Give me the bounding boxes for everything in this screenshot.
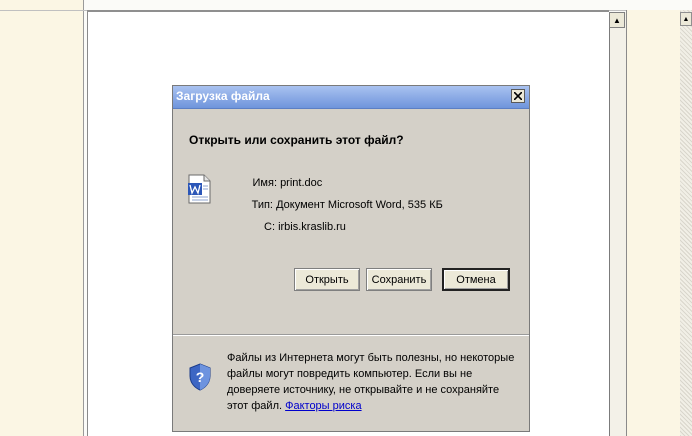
file-name-value: print.doc	[280, 177, 323, 189]
file-source-label: С:	[264, 221, 275, 233]
file-name-label: Имя:	[252, 177, 277, 189]
close-icon	[514, 92, 522, 100]
right-scroll-up-arrow-icon: ▲	[682, 15, 690, 23]
file-download-dialog: Загрузка файла Открыть или сохранить это…	[172, 85, 530, 432]
file-type-row: Тип: Документ Microsoft Word, 535 КБ	[249, 199, 443, 211]
scroll-up-button[interactable]: ▲	[609, 12, 625, 28]
dialog-title-bar[interactable]: Загрузка файла	[173, 86, 529, 109]
risk-factors-link[interactable]: Факторы риска	[285, 400, 361, 412]
close-button[interactable]	[511, 89, 525, 103]
dialog-title: Загрузка файла	[176, 89, 270, 103]
file-source-row: С: irbis.kraslib.ru	[249, 221, 346, 233]
cancel-button[interactable]: Отмена	[442, 268, 510, 291]
right-frame-pane	[626, 10, 681, 436]
dialog-separator	[173, 334, 529, 336]
file-source-value: irbis.kraslib.ru	[278, 221, 346, 233]
scroll-up-arrow-icon: ▲	[613, 15, 621, 25]
left-frame-pane	[0, 0, 84, 436]
document-scrollbar[interactable]	[609, 12, 627, 436]
dialog-question: Открыть или сохранить этот файл?	[189, 133, 404, 147]
right-scrollbar[interactable]	[680, 10, 692, 436]
file-name-row: Имя: print.doc	[249, 177, 323, 189]
warning-message: Файлы из Интернета могут быть полезны, н…	[227, 350, 522, 414]
file-type-value: Документ Microsoft Word, 535 КБ	[276, 199, 443, 211]
svg-text:?: ?	[196, 369, 205, 385]
save-button[interactable]: Сохранить	[366, 268, 432, 291]
open-button[interactable]: Открыть	[294, 268, 360, 291]
warning-text: Файлы из Интернета могут быть полезны, н…	[227, 352, 515, 412]
right-scroll-up-button[interactable]: ▲	[680, 12, 692, 26]
word-document-icon	[188, 174, 212, 209]
file-type-label: Тип:	[251, 199, 273, 211]
shield-question-icon: ?	[188, 363, 212, 396]
